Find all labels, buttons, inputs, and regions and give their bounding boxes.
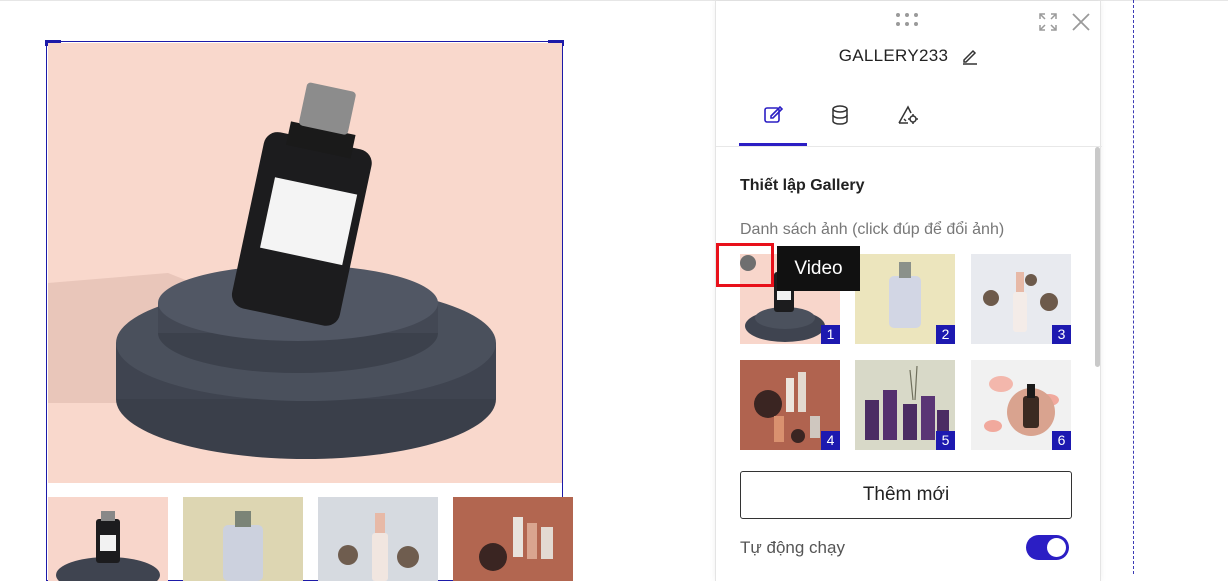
settings-panel: GALLERY233 Thiết lập Gallery Danh sách ả… <box>715 1 1102 581</box>
panel-tabs <box>716 89 1102 147</box>
gallery-name: GALLERY233 <box>838 45 949 65</box>
image-list-item[interactable]: 2 <box>855 254 955 344</box>
database-icon <box>829 104 851 131</box>
panel-title: GALLERY233 <box>716 45 1102 66</box>
toggle-knob <box>1047 538 1066 557</box>
image-number-badge: 1 <box>821 325 840 344</box>
image-number-badge: 2 <box>936 325 955 344</box>
image-number-badge: 4 <box>821 431 840 450</box>
image-number-badge: 5 <box>936 431 955 450</box>
tab-data[interactable] <box>806 89 874 146</box>
editor-canvas: GALLERY233 Thiết lập Gallery Danh sách ả… <box>0 0 1228 581</box>
gallery-thumbnail-strip <box>48 497 573 581</box>
gallery-thumbnail[interactable] <box>48 497 168 581</box>
gallery-thumbnail[interactable] <box>183 497 303 581</box>
expand-icon[interactable] <box>1038 12 1058 32</box>
image-list-item[interactable]: 5 <box>855 360 955 450</box>
layout-guide-line <box>1133 0 1134 574</box>
gallery-main-image[interactable] <box>48 43 562 483</box>
image-number-badge: 6 <box>1052 431 1071 450</box>
image-list-label: Danh sách ảnh (click đúp để đổi ảnh) <box>740 221 1005 238</box>
autoplay-label: Tự động chạy <box>740 538 845 557</box>
ruler-gear-icon <box>896 104 920 131</box>
image-list-item[interactable]: 4 <box>740 360 840 450</box>
video-tooltip: Video <box>777 246 860 291</box>
section-title: Thiết lập Gallery <box>740 177 865 194</box>
add-new-image-button[interactable]: Thêm mới <box>740 471 1072 519</box>
tab-settings[interactable] <box>874 89 942 146</box>
image-list-item[interactable]: 3 <box>971 254 1071 344</box>
gallery-element[interactable] <box>45 40 573 581</box>
image-number-badge: 3 <box>1052 325 1071 344</box>
autoplay-toggle[interactable] <box>1026 535 1069 560</box>
drag-handle-icon[interactable] <box>896 13 920 27</box>
image-list-item[interactable]: 6 <box>971 360 1071 450</box>
rename-pencil-icon[interactable] <box>961 47 979 65</box>
gallery-thumbnail[interactable] <box>318 497 438 581</box>
gallery-thumbnail[interactable] <box>453 497 573 581</box>
panel-scrollbar[interactable] <box>1095 147 1100 367</box>
highlight-box <box>716 243 774 287</box>
pencil-edit-icon <box>762 103 784 130</box>
tab-edit[interactable] <box>739 89 807 146</box>
close-icon[interactable] <box>1070 11 1092 33</box>
